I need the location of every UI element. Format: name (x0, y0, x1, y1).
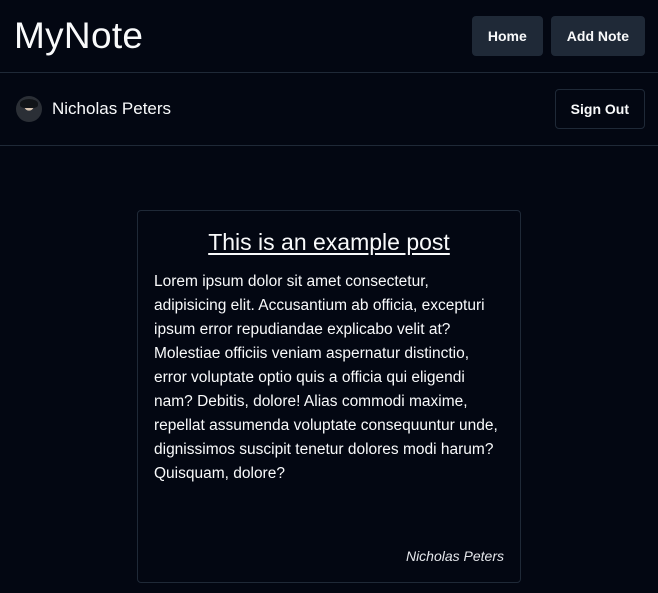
home-button[interactable]: Home (471, 16, 543, 56)
main-content: This is an example post Lorem ipsum dolo… (0, 146, 658, 583)
user-name: Nicholas Peters (52, 99, 172, 118)
note-body: Lorem ipsum dolor sit amet consectetur, … (154, 273, 498, 482)
user-bar: Nicholas Peters Sign Out (0, 73, 658, 146)
note-title[interactable]: This is an example post (154, 229, 504, 256)
add-note-button[interactable]: Add Note (550, 16, 645, 56)
note-card: This is an example post Lorem ipsum dolo… (137, 210, 521, 583)
sign-out-button[interactable]: Sign Out (554, 89, 645, 129)
user-info: Nicholas Peters (16, 96, 171, 122)
avatar (16, 96, 42, 122)
note-author: Nicholas Peters (405, 548, 504, 564)
main-nav: Home Add Note (471, 16, 645, 56)
app-logo[interactable]: MyNote (14, 15, 143, 57)
top-navbar: MyNote Home Add Note (0, 0, 658, 73)
